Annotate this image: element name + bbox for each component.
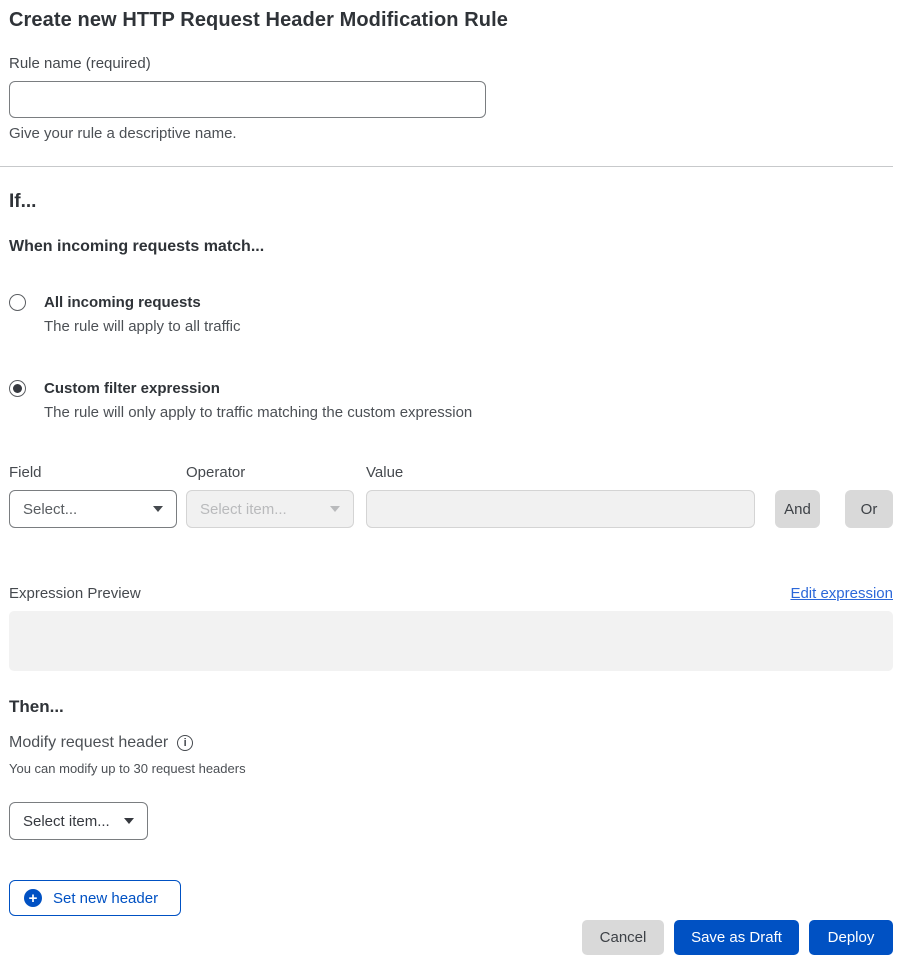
- value-label: Value: [366, 464, 893, 481]
- edit-expression-link[interactable]: Edit expression: [790, 585, 893, 602]
- cancel-button[interactable]: Cancel: [582, 920, 664, 955]
- radio-all-incoming-requests[interactable]: All incoming requests The rule will appl…: [9, 293, 893, 336]
- radio-all-incoming-description: The rule will apply to all traffic: [44, 317, 240, 336]
- expression-preview-box: [9, 611, 893, 671]
- set-new-header-label: Set new header: [53, 890, 158, 907]
- save-as-draft-button[interactable]: Save as Draft: [674, 920, 799, 955]
- header-action-select-value: Select item...: [23, 813, 110, 830]
- footer-actions: Cancel Save as Draft Deploy: [9, 920, 893, 955]
- chevron-down-icon: [153, 506, 163, 512]
- expression-builder-labels: Field Operator Value: [9, 464, 893, 481]
- modify-header-help: You can modify up to 30 request headers: [9, 761, 893, 776]
- expression-preview-label: Expression Preview: [9, 585, 141, 602]
- radio-custom-filter-expression[interactable]: Custom filter expression The rule will o…: [9, 379, 893, 422]
- match-subheading: When incoming requests match...: [9, 238, 893, 256]
- rule-name-input[interactable]: [9, 81, 486, 118]
- chevron-down-icon: [124, 818, 134, 824]
- radio-custom-filter-label: Custom filter expression: [44, 379, 472, 398]
- and-button[interactable]: And: [775, 490, 820, 528]
- radio-button-selected-icon[interactable]: [9, 380, 26, 397]
- radio-all-incoming-label: All incoming requests: [44, 293, 240, 312]
- value-input-disabled[interactable]: [366, 490, 755, 528]
- plus-circle-icon: +: [24, 889, 42, 907]
- create-rule-form: Create new HTTP Request Header Modificat…: [0, 9, 893, 955]
- chevron-down-icon: [330, 506, 340, 512]
- field-select-value: Select...: [23, 501, 77, 518]
- if-heading: If...: [9, 191, 893, 213]
- operator-select-value: Select item...: [200, 501, 287, 518]
- modify-request-header-row: Modify request header i: [9, 734, 893, 752]
- section-divider: [0, 166, 893, 167]
- or-button[interactable]: Or: [845, 490, 893, 528]
- operator-label: Operator: [186, 464, 366, 481]
- field-select[interactable]: Select...: [9, 490, 177, 528]
- expression-preview-header: Expression Preview Edit expression: [9, 585, 893, 602]
- field-label: Field: [9, 464, 186, 481]
- radio-custom-filter-description: The rule will only apply to traffic matc…: [44, 403, 472, 422]
- page-title: Create new HTTP Request Header Modificat…: [9, 9, 893, 32]
- set-new-header-button[interactable]: + Set new header: [9, 880, 181, 916]
- deploy-button[interactable]: Deploy: [809, 920, 893, 955]
- operator-select-disabled[interactable]: Select item...: [186, 490, 354, 528]
- radio-button-icon[interactable]: [9, 294, 26, 311]
- then-heading: Then...: [9, 697, 893, 717]
- expression-builder-row: Select... Select item... And Or: [9, 490, 893, 528]
- info-icon[interactable]: i: [177, 735, 193, 751]
- rule-name-help: Give your rule a descriptive name.: [9, 125, 893, 142]
- rule-name-label: Rule name (required): [9, 55, 893, 72]
- header-action-select[interactable]: Select item...: [9, 802, 148, 840]
- modify-request-header-label: Modify request header: [9, 734, 168, 752]
